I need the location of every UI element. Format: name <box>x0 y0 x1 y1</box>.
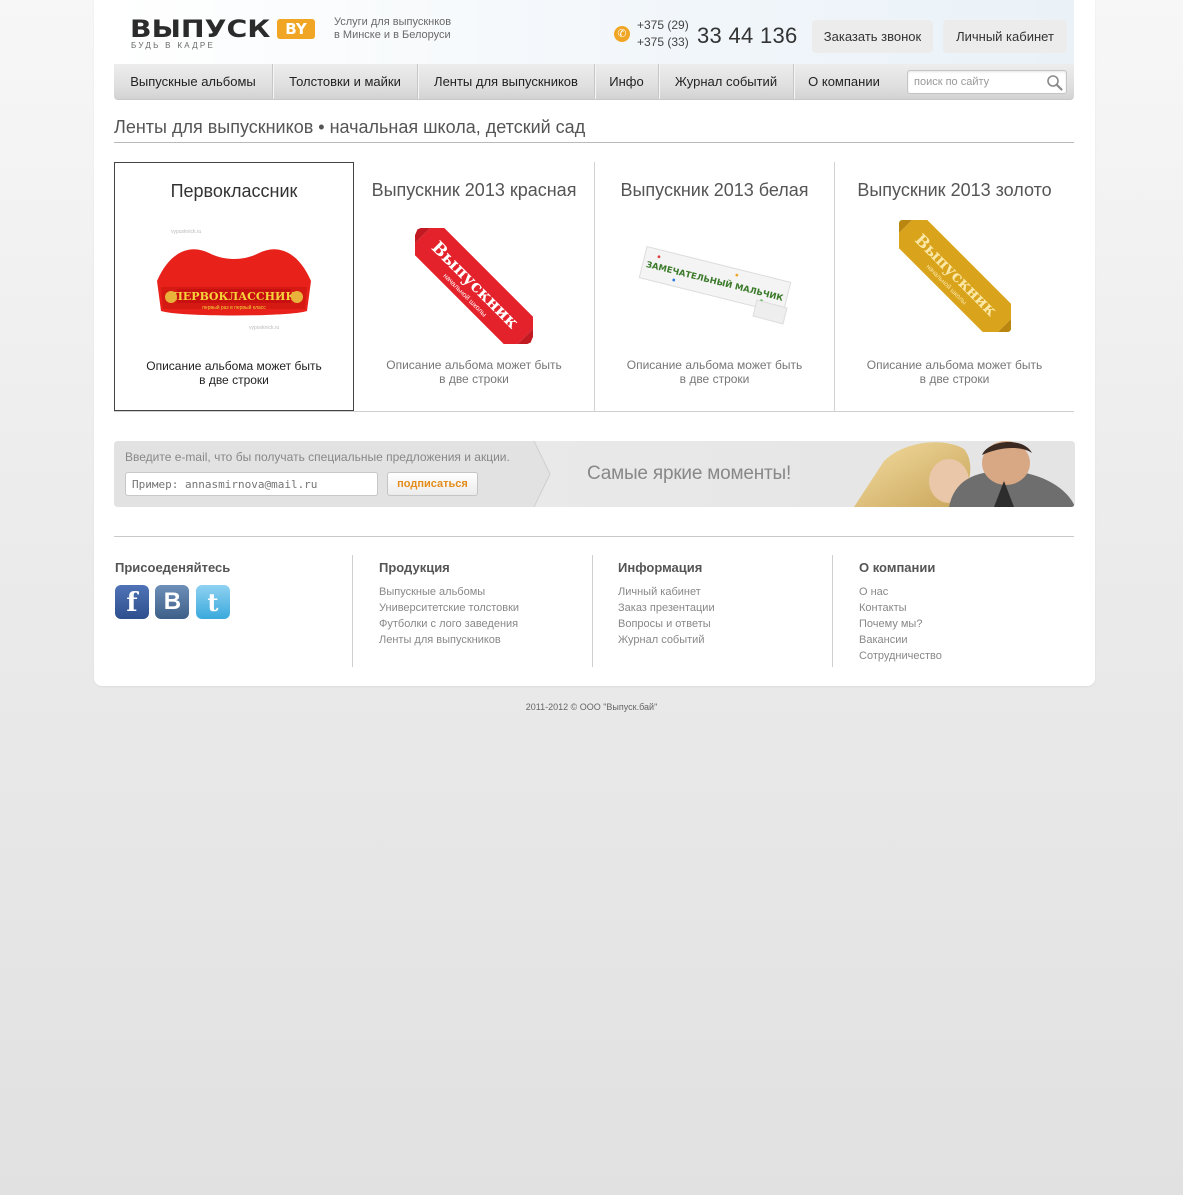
footer-divider <box>114 536 1074 537</box>
footer-col-join: Присоеденяйтесь f B t <box>115 555 352 667</box>
product-description-line-1: Описание альбома может быть <box>386 358 562 372</box>
services-line-2: в Минске и в Белоруси <box>334 29 451 41</box>
product-description-line-1: Описание альбома может быть <box>626 358 803 372</box>
svg-text:vyposknick.ru: vyposknick.ru <box>249 325 280 331</box>
product-card[interactable]: Выпускник 2013 красная Выпускник начальн… <box>354 162 594 411</box>
footer-link[interactable]: Вопросы и ответы <box>618 616 832 632</box>
banner-slogan: Самые яркие моменты! <box>587 463 792 484</box>
product-description: Описание альбома может быть в две строки <box>115 359 353 387</box>
product-card[interactable]: Выпускник 2013 белая ЗАМЕЧАТЕЛЬНЫЙ МАЛЬЧ… <box>594 162 834 411</box>
logo-slogan: будь в кадре <box>131 41 216 50</box>
logo-text: ВЫПУСК <box>130 15 271 43</box>
product-title[interactable]: Первоклассник <box>115 181 353 202</box>
product-description-line-2: в две строки <box>199 373 269 387</box>
footer-link[interactable]: Личный кабинет <box>618 584 832 600</box>
footer-link[interactable]: О нас <box>859 584 1074 600</box>
search-icon[interactable] <box>1046 74 1064 92</box>
ribbon-image[interactable]: Выпускник начальной школы <box>415 228 533 344</box>
phone-code-1: +375 (29) <box>637 18 689 32</box>
footer-title-products: Продукция <box>379 560 450 575</box>
nav-item-info[interactable]: Инфо <box>595 64 659 99</box>
product-description-line-1: Описание альбома может быть <box>146 359 322 373</box>
footer-link[interactable]: Контакты <box>859 600 1074 616</box>
product-description: Описание альбома может быть в две строки <box>354 358 594 386</box>
product-card[interactable]: Выпускник 2013 золото Выпускник начально… <box>834 162 1074 411</box>
product-title[interactable]: Выпускник 2013 красная <box>354 180 594 201</box>
footer-link[interactable]: Журнал событий <box>618 632 832 648</box>
footer-link[interactable]: Университетские толстовки <box>379 600 592 616</box>
footer-link[interactable]: Сотрудничество <box>859 648 1074 664</box>
site-search <box>907 70 1067 94</box>
twitter-icon[interactable]: t <box>195 585 230 619</box>
facebook-icon[interactable]: f <box>115 585 149 619</box>
footer-col-info: Информация Личный кабинет Заказ презента… <box>592 555 832 667</box>
ribbon-text: Выпускник <box>427 238 523 334</box>
ribbon-image[interactable]: ЗАМЕЧАТЕЛЬНЫЙ МАЛЬЧИК <box>637 240 793 326</box>
ribbon-image[interactable]: Выпускник начальной школы <box>898 220 1011 332</box>
footer-link[interactable]: Выпускные альбомы <box>379 584 592 600</box>
footer-link[interactable]: Заказ презентации <box>618 600 832 616</box>
vkontakte-icon[interactable]: B <box>155 585 190 619</box>
product-description: Описание альбома может быть в две строки <box>595 358 834 386</box>
subscribe-banner: Введите e-mail, что бы получать специаль… <box>114 441 1075 507</box>
subscribe-form: Введите e-mail, что бы получать специаль… <box>114 441 534 507</box>
footer-link[interactable]: Футболки с лого заведения <box>379 616 592 632</box>
footer-link[interactable]: Вакансии <box>859 632 1074 648</box>
footer-list-info: Личный кабинет Заказ презентации Вопросы… <box>618 584 832 648</box>
social-links: f B t <box>115 585 352 619</box>
product-description-line-2: в две строки <box>439 372 509 386</box>
search-input[interactable] <box>914 73 1040 91</box>
copyright: 2011-2012 © ООО "Выпуск.бай" <box>525 702 658 712</box>
product-description: Описание альбома может быть в две строки <box>835 358 1074 386</box>
product-title[interactable]: Выпускник 2013 белая <box>595 180 834 201</box>
footer-title-info: Информация <box>618 560 703 575</box>
footer-col-company: О компании О нас Контакты Почему мы? Вак… <box>832 555 1074 667</box>
ribbon-image[interactable]: vypusknick.ru ПЕРВОКЛАССНИК первый раз в… <box>149 225 319 331</box>
footer-list-company: О нас Контакты Почему мы? Вакансии Сотру… <box>859 584 1074 664</box>
logo-badge: BY <box>277 19 315 39</box>
footer-col-products: Продукция Выпускные альбомы Университетс… <box>352 555 592 667</box>
services-text: Услуги для выпускнков в Минске и в Белор… <box>334 16 451 42</box>
nav-item-hoodies[interactable]: Толстовки и майки <box>273 64 418 99</box>
call-request-button[interactable]: Заказать звонок <box>812 20 933 53</box>
site-header: ВЫПУСК BY будь в кадре Услуги для выпуск… <box>114 0 1074 64</box>
phone-code-2: +375 (33) <box>637 35 689 49</box>
nav-item-ribbons[interactable]: Ленты для выпускников <box>418 64 595 99</box>
product-description-line-2: в две строки <box>679 372 750 386</box>
footer-title-company: О компании <box>859 560 936 575</box>
nav-item-events[interactable]: Журнал событий <box>659 64 794 99</box>
footer-link[interactable]: Ленты для выпускников <box>379 632 592 648</box>
product-description-line-1: Описание альбома может быть <box>866 358 1043 372</box>
subscribe-button[interactable]: подписаться <box>387 472 478 496</box>
phone-icon: ✆ <box>614 26 630 42</box>
nav-item-company[interactable]: О компании <box>794 64 894 99</box>
footer-list-products: Выпускные альбомы Университетские толсто… <box>379 584 592 648</box>
title-divider <box>114 142 1074 143</box>
footer-link[interactable]: Почему мы? <box>859 616 1074 632</box>
svg-text:vypusknick.ru: vypusknick.ru <box>171 229 202 235</box>
product-title[interactable]: Выпускник 2013 золото <box>835 180 1074 201</box>
personal-cabinet-button[interactable]: Личный кабинет <box>943 20 1067 53</box>
phone-codes: +375 (29) +375 (33) <box>637 17 689 51</box>
product-card[interactable]: Первоклассник vypusknick.ru ПЕРВОКЛАССНИ… <box>114 162 354 411</box>
footer-title-join: Присоеденяйтесь <box>115 560 231 575</box>
banner-arrow <box>530 441 551 507</box>
nav-item-albums[interactable]: Выпускные альбомы <box>114 64 273 99</box>
ribbon-subtext: первый раз в первый класс <box>202 304 266 311</box>
page-title: Ленты для выпускников • начальная школа,… <box>114 117 586 137</box>
logo[interactable]: ВЫПУСК BY будь в кадре <box>130 15 320 54</box>
page-container: ВЫПУСК BY будь в кадре Услуги для выпуск… <box>94 0 1095 686</box>
subscribe-caption: Введите e-mail, что бы получать специаль… <box>125 450 510 464</box>
product-description-line-2: в две строки <box>919 372 990 386</box>
phone-number: 33 44 136 <box>697 23 798 48</box>
product-grid: Первоклассник vypusknick.ru ПЕРВОКЛАССНИ… <box>114 162 1074 412</box>
ribbon-text: Выпускник <box>911 230 1001 320</box>
banner-photo <box>854 441 1075 507</box>
ribbon-text: ПЕРВОКЛАССНИК <box>173 290 296 303</box>
email-field[interactable] <box>125 472 378 496</box>
main-nav: Выпускные альбомы Толстовки и майки Лент… <box>114 64 1074 100</box>
services-line-1: Услуги для выпускнков <box>334 16 452 28</box>
